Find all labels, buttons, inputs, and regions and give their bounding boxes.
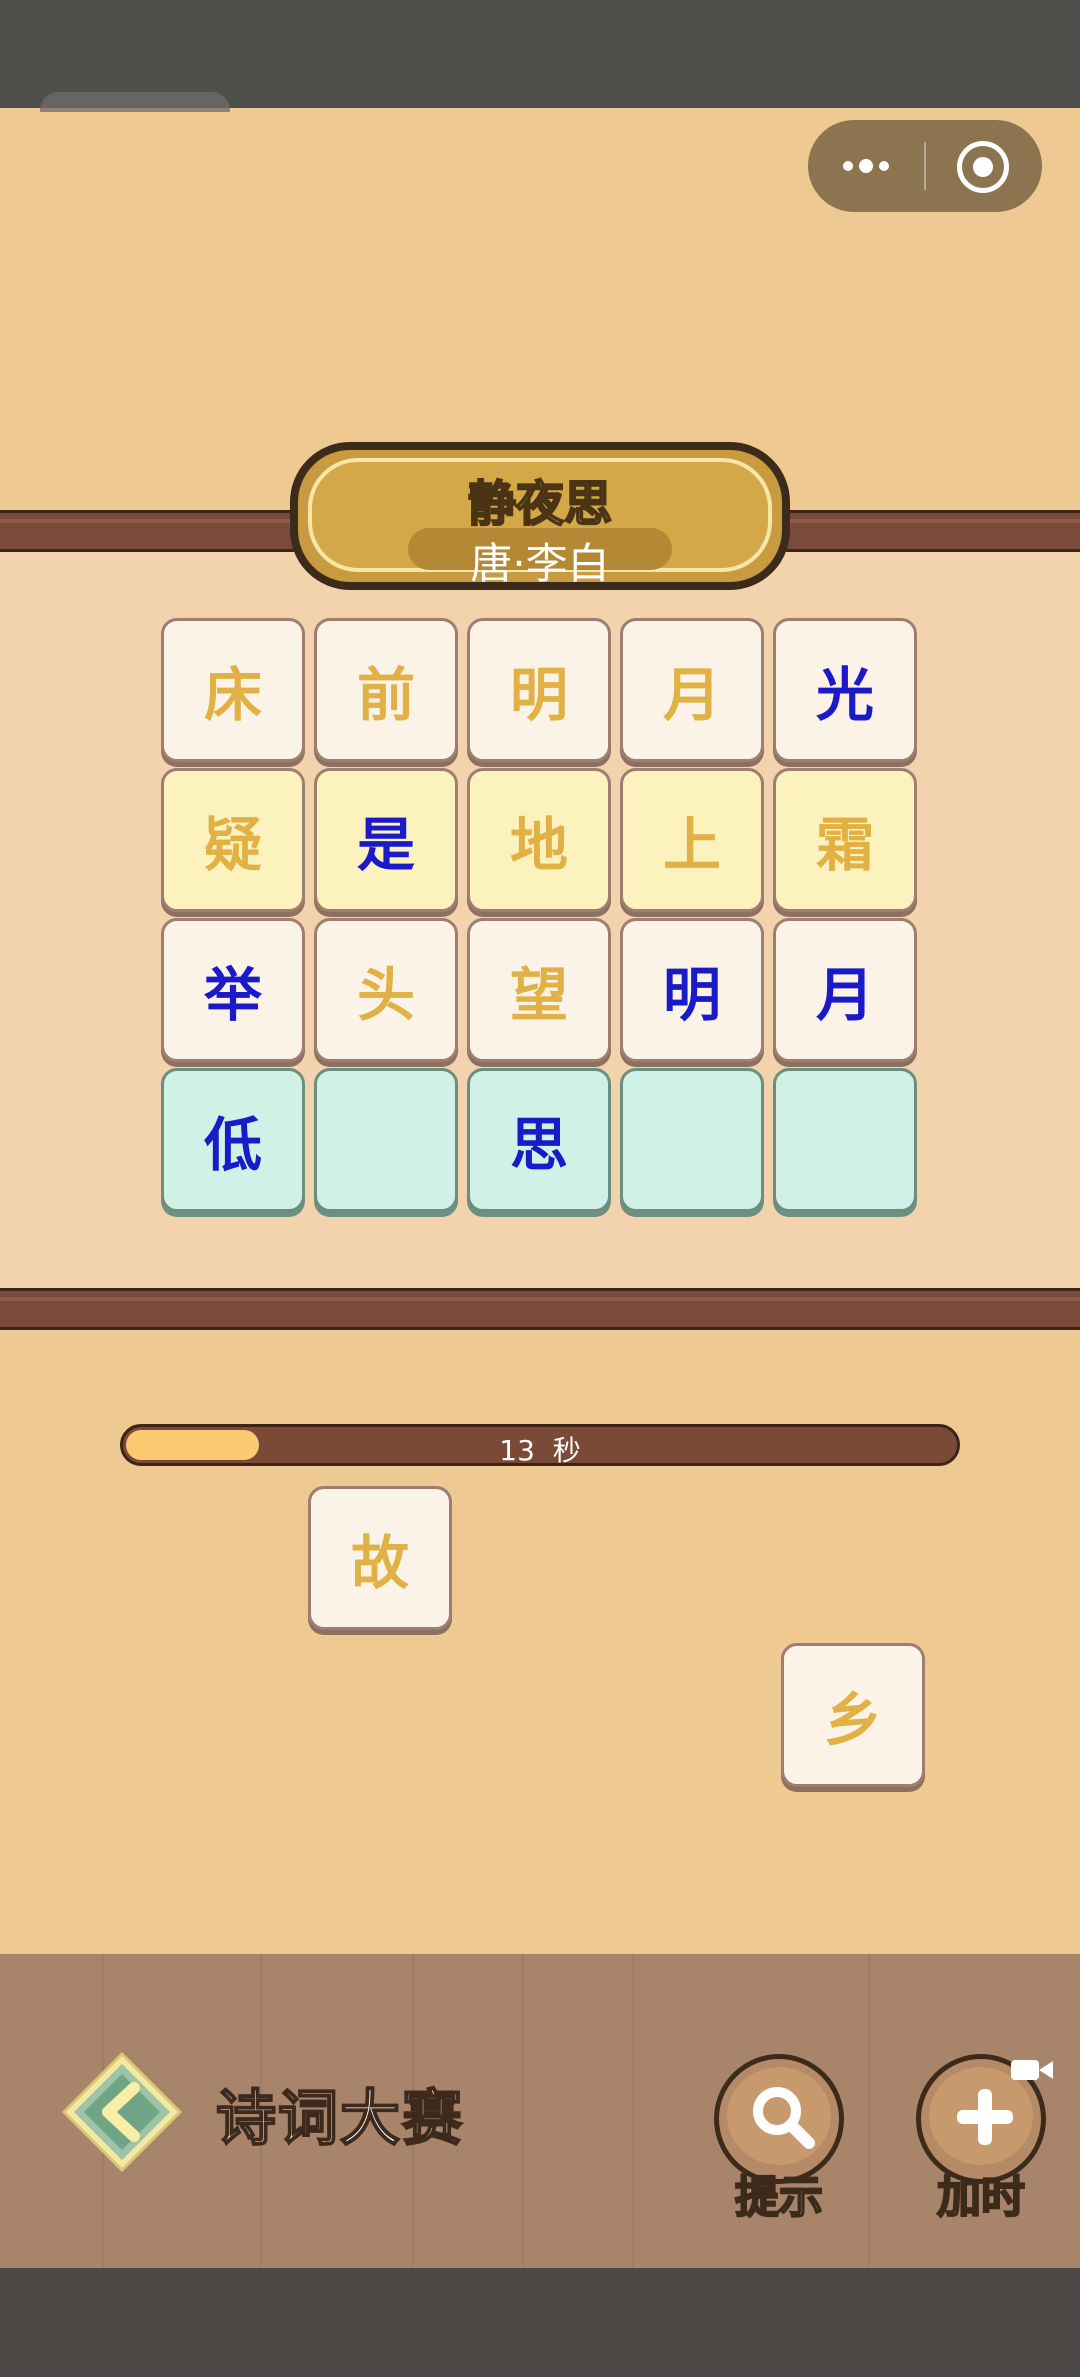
timer-seconds: 13 [499, 1434, 535, 1466]
grid-cell[interactable]: 月 [620, 618, 764, 762]
empty-grid-slot[interactable] [773, 1068, 917, 1212]
hint-label: 提示 [734, 2171, 824, 2224]
poem-title-plaque: 静夜思 唐·李白 [290, 442, 790, 590]
capsule-divider [924, 142, 926, 190]
floating-tile[interactable]: 故 [308, 1486, 452, 1630]
grid-cell[interactable]: 光 [773, 618, 917, 762]
timer-label: 13 秒 [123, 1429, 957, 1466]
grid-cell[interactable]: 疑 [161, 768, 305, 912]
more-dots-icon[interactable] [808, 120, 924, 212]
timer-bar: 13 秒 [120, 1424, 960, 1466]
plus-icon [957, 2089, 1013, 2145]
poem-title: 静夜思 [467, 475, 613, 533]
back-arrow-icon [61, 2051, 183, 2173]
grid-cell[interactable]: 举 [161, 918, 305, 1062]
magnifier-icon [753, 2087, 815, 2149]
grid-cell[interactable]: 月 [773, 918, 917, 1062]
target-circle-icon[interactable] [957, 141, 1009, 193]
empty-grid-slot[interactable] [620, 1068, 764, 1212]
grid-cell[interactable]: 头 [314, 918, 458, 1062]
video-camera-icon [1011, 2060, 1053, 2080]
app-title: 诗词大赛 [215, 2083, 464, 2155]
grid-cell[interactable]: 地 [467, 768, 611, 912]
poem-author: 唐·李白 [470, 539, 610, 588]
grid-cell[interactable]: 是 [314, 768, 458, 912]
back-button[interactable] [60, 2050, 184, 2174]
hint-button[interactable]: 提示 [714, 2054, 844, 2224]
grid-cell[interactable]: 低 [161, 1068, 305, 1212]
status-bar-tab [40, 92, 230, 112]
floating-tile[interactable]: 乡 [781, 1643, 925, 1787]
grid-cell[interactable]: 霜 [773, 768, 917, 912]
empty-grid-slot[interactable] [314, 1068, 458, 1212]
miniprogram-capsule [808, 120, 1042, 212]
grid-cell[interactable]: 望 [467, 918, 611, 1062]
grid-cell[interactable]: 前 [314, 618, 458, 762]
grid-cell[interactable]: 明 [620, 918, 764, 1062]
add-time-button[interactable]: 加时 [916, 2054, 1053, 2224]
grid-cell[interactable]: 上 [620, 768, 764, 912]
grid-cell[interactable]: 床 [161, 618, 305, 762]
system-nav-bar [0, 2268, 1080, 2377]
grid-cell[interactable]: 思 [467, 1068, 611, 1212]
add-time-label: 加时 [936, 2171, 1026, 2224]
bottom-rail [0, 1288, 1080, 1330]
grid-cell[interactable]: 明 [467, 618, 611, 762]
timer-unit: 秒 [552, 1434, 581, 1466]
